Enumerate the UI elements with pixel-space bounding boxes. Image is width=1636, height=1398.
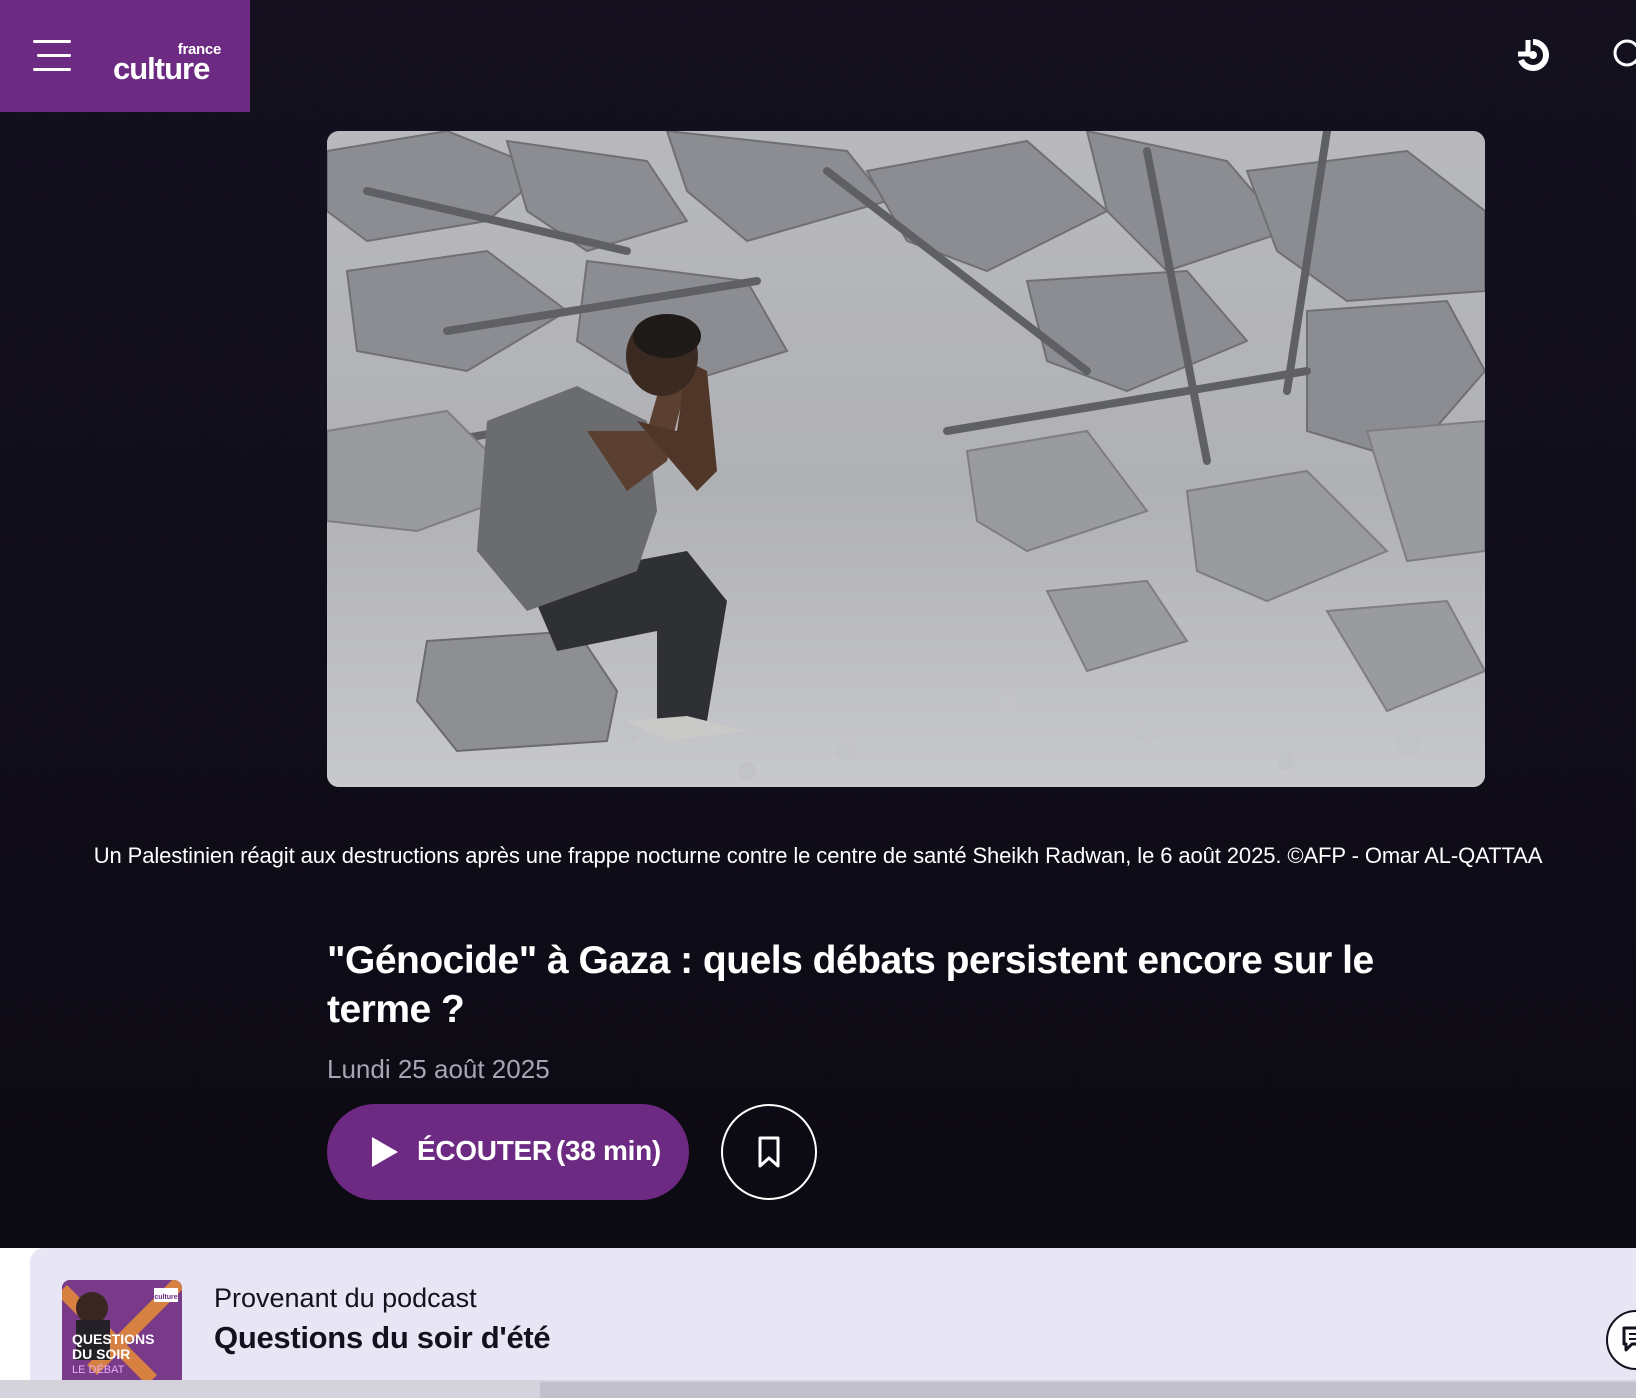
podcast-card[interactable]: [30, 1248, 1636, 1380]
top-bar: france culture: [0, 0, 1636, 112]
podcast-thumbnail[interactable]: culture QUESTIONS DU SOIR LE DÉBAT: [62, 1280, 182, 1384]
podcast-title[interactable]: Questions du soir d'été: [214, 1320, 551, 1356]
france-culture-logo[interactable]: france culture: [113, 40, 223, 84]
thumb-line2: DU SOIR: [72, 1346, 130, 1362]
bookmark-button[interactable]: [721, 1104, 817, 1200]
logo-big-text: culture: [113, 51, 210, 86]
live-radio-icon[interactable]: [1514, 36, 1552, 74]
thumb-brand: culture: [154, 1294, 177, 1301]
hamburger-icon[interactable]: [33, 40, 71, 74]
bookmark-icon: [758, 1136, 780, 1168]
play-icon: [372, 1137, 398, 1167]
listen-label: ÉCOUTER: [417, 1135, 552, 1166]
brand-block: france culture: [0, 0, 250, 112]
thumb-line3: LE DÉBAT: [72, 1363, 125, 1376]
chat-icon: [1622, 1326, 1636, 1352]
bottom-strip-dark: [540, 1382, 1636, 1398]
article-date: Lundi 25 août 2025: [327, 1054, 550, 1084]
hero-caption: Un Palestinien réagit aux destructions a…: [93, 843, 1543, 868]
search-icon[interactable]: [1610, 36, 1636, 76]
podcast-from-label: Provenant du podcast: [214, 1283, 477, 1313]
hero-image: [327, 131, 1485, 787]
article-title: "Génocide" à Gaza : quels débats persist…: [327, 939, 1374, 1031]
listen-button[interactable]: ÉCOUTER (38 min): [327, 1104, 689, 1200]
listen-duration: (38 min): [556, 1135, 661, 1166]
thumb-line1: QUESTIONS: [72, 1331, 154, 1347]
